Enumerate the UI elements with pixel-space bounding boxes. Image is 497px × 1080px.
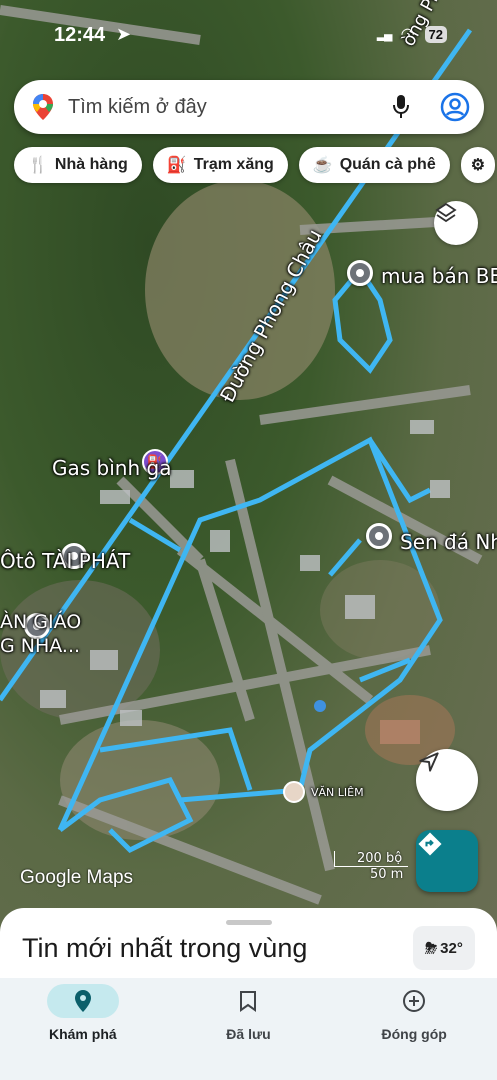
user-avatar[interactable] <box>283 781 305 803</box>
gas-pump-icon: ⛽ <box>166 157 187 174</box>
bottom-navigation: Khám phá Đã lưu Đóng góp <box>0 978 497 1080</box>
chip-label: Quán cà phê <box>339 156 436 173</box>
nav-label: Khám phá <box>48 1026 117 1042</box>
chip-restaurants[interactable]: 🍴 Nhà hàng <box>14 147 142 183</box>
coffee-cup-icon: ☕ <box>312 157 333 174</box>
clock: 12:44 <box>54 24 106 46</box>
add-circle-icon <box>378 984 450 1018</box>
bottom-sheet[interactable]: Tin mới nhất trong vùng ⛈ 32° <box>0 908 497 988</box>
signal-icon: ▂▄ <box>376 27 393 41</box>
account-icon[interactable] <box>440 92 470 127</box>
nav-explore[interactable]: Khám phá <box>8 978 158 1080</box>
chip-coffee[interactable]: ☕ Quán cà phê <box>298 147 450 183</box>
place-label[interactable]: ÀN GIÁO <box>0 611 81 633</box>
user-label: VĂN LIÊM <box>311 786 364 799</box>
layers-icon <box>435 202 457 223</box>
map-scale: 200 bộ 50 m <box>334 851 408 887</box>
temperature: 32° <box>440 939 463 957</box>
microphone-icon[interactable] <box>392 94 410 125</box>
nav-contribute[interactable]: Đóng góp <box>339 978 489 1080</box>
place-label[interactable]: Ôtô TÀI PHÁT <box>0 549 130 573</box>
chip-more[interactable]: ⚙ <box>460 147 496 183</box>
chip-gas-stations[interactable]: ⛽ Trạm xăng <box>152 147 288 183</box>
chip-label: Trạm xăng <box>193 156 274 173</box>
chip-label: Nhà hàng <box>54 156 128 173</box>
weather-chip[interactable]: ⛈ 32° <box>413 926 475 970</box>
place-label[interactable]: Gas bình ga <box>52 456 171 480</box>
place-pin[interactable] <box>366 523 392 549</box>
location-arrow-icon: ➤ <box>116 24 132 44</box>
directions-button[interactable] <box>416 830 478 892</box>
nav-label: Đóng góp <box>381 1026 447 1042</box>
wifi-icon: ◠ <box>400 26 415 43</box>
sheet-handle[interactable] <box>226 920 272 925</box>
place-label[interactable]: mua bán BE <box>381 264 497 288</box>
status-bar: 12:44 ➤ ▂▄ ◠ 72 <box>0 22 497 52</box>
scale-imperial: 200 bộ <box>334 851 408 867</box>
directions-icon <box>418 832 442 856</box>
nav-label: Đã lưu <box>226 1026 271 1042</box>
nav-saved[interactable]: Đã lưu <box>173 978 323 1080</box>
scale-metric: 50 m <box>370 867 404 882</box>
map-attribution: Google Maps <box>20 867 134 888</box>
more-category-icon: ⚙ <box>470 157 486 174</box>
place-label[interactable]: G NHA... <box>0 635 80 657</box>
battery-icon: 72 <box>424 25 447 43</box>
google-maps-pin-icon <box>32 93 54 126</box>
search-bar[interactable]: Tìm kiếm ở đây <box>14 80 484 134</box>
sheet-title: Tin mới nhất trong vùng <box>22 933 308 963</box>
storm-cloud-icon: ⛈ <box>425 939 438 957</box>
my-location-button[interactable] <box>416 749 478 811</box>
layers-button[interactable] <box>434 201 478 245</box>
navigation-arrow-icon <box>419 752 439 772</box>
category-chips: 🍴 Nhà hàng ⛽ Trạm xăng ☕ Quán cà phê ⚙ <box>14 147 496 183</box>
place-label[interactable]: Sen đá Nh <box>400 530 497 554</box>
explore-pin-icon <box>46 984 119 1018</box>
bookmark-icon <box>212 984 284 1018</box>
place-pin[interactable] <box>347 260 373 286</box>
fork-knife-icon: 🍴 <box>28 157 48 174</box>
search-input[interactable]: Tìm kiếm ở đây <box>68 96 207 119</box>
